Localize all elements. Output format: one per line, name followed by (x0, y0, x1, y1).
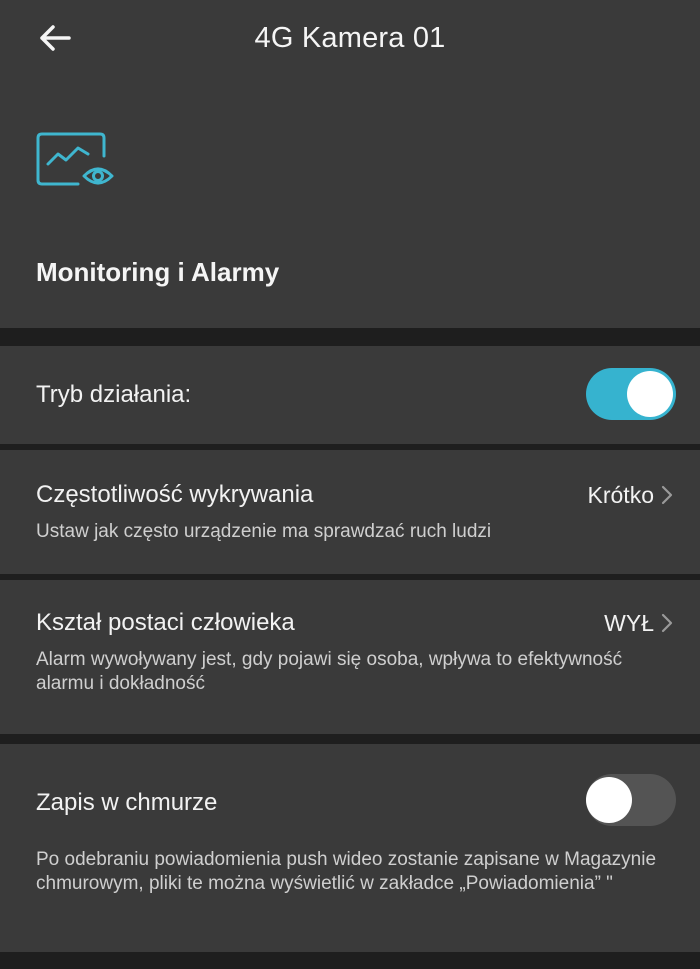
frequency-description: Ustaw jak często urządzenie ma sprawdzać… (36, 521, 492, 542)
settings-screen: 4G Kamera 01 Monitoring i Alarmy Tryb dz… (0, 0, 700, 969)
human-shape-setting-row[interactable]: Kształ postaci człowieka WYŁ Alarm wywoł… (0, 580, 700, 734)
human-shape-value: WYŁ (604, 610, 654, 636)
chevron-right-icon (661, 485, 673, 505)
cloud-recording-setting-row: Zapis w chmurze Po odebraniu powiadomien… (0, 744, 700, 952)
cloud-recording-toggle[interactable] (586, 774, 676, 826)
mode-label: Tryb działania: (36, 381, 192, 408)
cloud-recording-description: Po odebraniu powiadomienia push wideo zo… (36, 849, 657, 894)
frequency-setting-row[interactable]: Częstotliwość wykrywania Krótko Ustaw ja… (0, 450, 700, 574)
monitor-eye-icon (36, 132, 114, 186)
cloud-recording-label: Zapis w chmurze (36, 789, 218, 816)
section-title: Monitoring i Alarmy (36, 257, 280, 287)
frequency-value: Krótko (587, 482, 654, 508)
chevron-right-icon (661, 613, 673, 633)
toggle-knob (627, 371, 673, 417)
mode-setting-row: Tryb działania: (0, 346, 700, 444)
page-title: 4G Kamera 01 (254, 22, 446, 54)
mode-toggle[interactable] (586, 368, 676, 420)
human-shape-label: Kształ postaci człowieka (36, 609, 295, 636)
frequency-value-selector[interactable]: Krótko (588, 478, 674, 512)
toggle-knob (586, 777, 632, 823)
human-shape-value-selector[interactable]: WYŁ (604, 606, 674, 640)
human-shape-description: Alarm wywoływany jest, gdy pojawi się os… (36, 649, 623, 694)
frequency-label: Częstotliwość wykrywania (36, 481, 314, 508)
header-panel: 4G Kamera 01 Monitoring i Alarmy (0, 0, 700, 328)
